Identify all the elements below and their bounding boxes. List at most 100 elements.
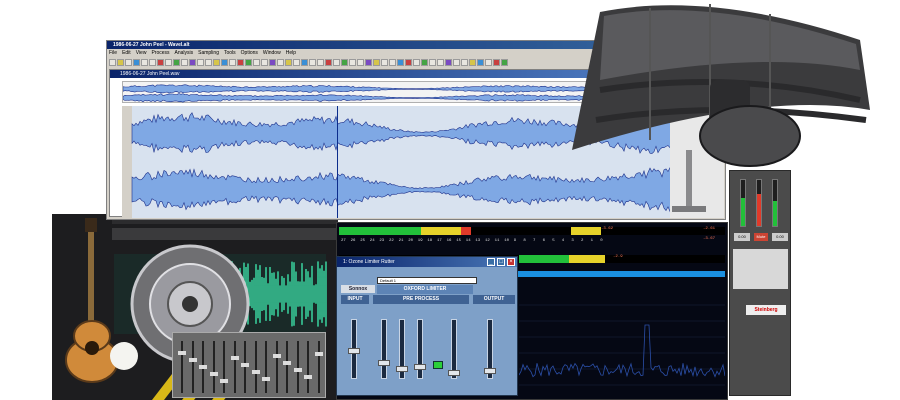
toolbar-button[interactable] — [245, 58, 252, 66]
toolbar-button[interactable] — [181, 58, 188, 66]
toolbar-button[interactable] — [221, 58, 228, 66]
toolbar-button[interactable] — [213, 58, 220, 66]
menu-item-edit[interactable]: Edit — [122, 49, 131, 57]
toolbar-button[interactable] — [317, 58, 324, 66]
menu-item-window[interactable]: Window — [263, 49, 281, 57]
meter-tick: 10 — [504, 239, 509, 243]
toolbar-button[interactable] — [325, 58, 332, 66]
toolbar-button[interactable] — [125, 58, 132, 66]
toolbar-button[interactable] — [461, 58, 468, 66]
active-indicator[interactable] — [433, 361, 443, 369]
toolbar-button[interactable] — [429, 58, 436, 66]
toolbar-button[interactable] — [277, 58, 284, 66]
toolbar-button[interactable] — [157, 58, 164, 66]
pre-fader-1[interactable] — [378, 319, 390, 379]
playback-cursor[interactable] — [337, 106, 338, 218]
eq-slider[interactable] — [220, 341, 228, 393]
menu-item-help[interactable]: Help — [286, 49, 296, 57]
eq-slider[interactable] — [251, 341, 260, 393]
toolbar-button[interactable] — [205, 58, 212, 66]
plugin-header: OXFORD LIMITER — [377, 285, 473, 294]
toolbar-button[interactable] — [229, 58, 236, 66]
minimize-icon[interactable]: _ — [487, 258, 495, 266]
meter-tick: 4 — [561, 239, 565, 243]
toolbar-button[interactable] — [173, 58, 180, 66]
pre-fader-2[interactable] — [396, 319, 408, 379]
toolbar-button[interactable] — [501, 58, 508, 66]
preset-selector[interactable]: Default 1 — [377, 277, 477, 284]
mixer-value-left[interactable]: 0.00 — [734, 233, 750, 241]
toolbar-button[interactable] — [389, 58, 396, 66]
pre-fader-3[interactable] — [414, 319, 426, 379]
plugin-title: 1: Ozone Limiter Rutter _ □ × — [337, 257, 517, 267]
eq-slider[interactable] — [230, 341, 239, 393]
eq-slider[interactable] — [262, 341, 270, 393]
meter-tick: 27 — [341, 239, 346, 243]
mixer-value-right[interactable]: 0.00 — [772, 233, 788, 241]
toolbar-button[interactable] — [253, 58, 260, 66]
menu-item-process[interactable]: Process — [151, 49, 169, 57]
toolbar-button[interactable] — [365, 58, 372, 66]
mixer-fader-3[interactable] — [772, 179, 778, 227]
eq-slider[interactable] — [178, 341, 186, 393]
toolbar-button[interactable] — [453, 58, 460, 66]
toolbar-button[interactable] — [141, 58, 148, 66]
brand-label: Sonnox — [341, 285, 375, 293]
toolbar-button[interactable] — [149, 58, 156, 66]
toolbar-button[interactable] — [133, 58, 140, 66]
toolbar-button[interactable] — [197, 58, 204, 66]
menu-item-sampling[interactable]: Sampling — [198, 49, 219, 57]
eq-slider[interactable] — [283, 341, 291, 393]
menu-item-file[interactable]: File — [109, 49, 117, 57]
eq-slider[interactable] — [272, 341, 281, 393]
toolbar-button[interactable] — [421, 58, 428, 66]
toolbar-button[interactable] — [333, 58, 340, 66]
eq-slider[interactable] — [241, 341, 249, 393]
toolbar-button[interactable] — [445, 58, 452, 66]
eq-slider[interactable] — [199, 341, 207, 393]
eq-slider[interactable] — [188, 341, 197, 393]
toolbar-button[interactable] — [485, 58, 492, 66]
toolbar-button[interactable] — [349, 58, 356, 66]
output-fader[interactable] — [484, 319, 496, 379]
toolbar-button[interactable] — [405, 58, 412, 66]
toolbar-button[interactable] — [109, 58, 116, 66]
menu-item-view[interactable]: View — [136, 49, 147, 57]
toolbar-button[interactable] — [269, 58, 276, 66]
toolbar-button[interactable] — [237, 58, 244, 66]
menu-item-options[interactable]: Options — [241, 49, 258, 57]
close-icon[interactable]: × — [507, 258, 515, 266]
eq-slider[interactable] — [304, 341, 312, 393]
toolbar-button[interactable] — [285, 58, 292, 66]
toolbar-button[interactable] — [301, 58, 308, 66]
toolbar-button[interactable] — [357, 58, 364, 66]
toolbar-button[interactable] — [493, 58, 500, 66]
toolbar-button[interactable] — [293, 58, 300, 66]
toolbar-button[interactable] — [373, 58, 380, 66]
toolbar-button[interactable] — [437, 58, 444, 66]
input-fader[interactable] — [348, 319, 360, 379]
mixer-fader-2[interactable] — [756, 179, 762, 227]
toolbar-button[interactable] — [261, 58, 268, 66]
toolbar-button[interactable] — [189, 58, 196, 66]
toolbar-button[interactable] — [477, 58, 484, 66]
toolbar-button[interactable] — [469, 58, 476, 66]
toolbar-button[interactable] — [413, 58, 420, 66]
section-pre-process: PRE PROCESS — [373, 295, 469, 304]
toolbar-button[interactable] — [165, 58, 172, 66]
eq-slider[interactable] — [293, 341, 302, 393]
toolbar-button[interactable] — [309, 58, 316, 66]
mute-button[interactable]: Mute — [754, 233, 768, 241]
menu-item-analysis[interactable]: Analysis — [175, 49, 194, 57]
toolbar-button[interactable] — [341, 58, 348, 66]
mixer-fader-1[interactable] — [740, 179, 746, 227]
eq-slider[interactable] — [314, 341, 323, 393]
mixer-strip: 0.00 Mute 0.00 Steinberg — [729, 170, 791, 396]
menu-item-tools[interactable]: Tools — [224, 49, 236, 57]
pre-fader-4[interactable] — [448, 319, 460, 379]
toolbar-button[interactable] — [117, 58, 124, 66]
toolbar-button[interactable] — [397, 58, 404, 66]
maximize-icon[interactable]: □ — [497, 258, 505, 266]
eq-slider[interactable] — [209, 341, 218, 393]
toolbar-button[interactable] — [381, 58, 388, 66]
